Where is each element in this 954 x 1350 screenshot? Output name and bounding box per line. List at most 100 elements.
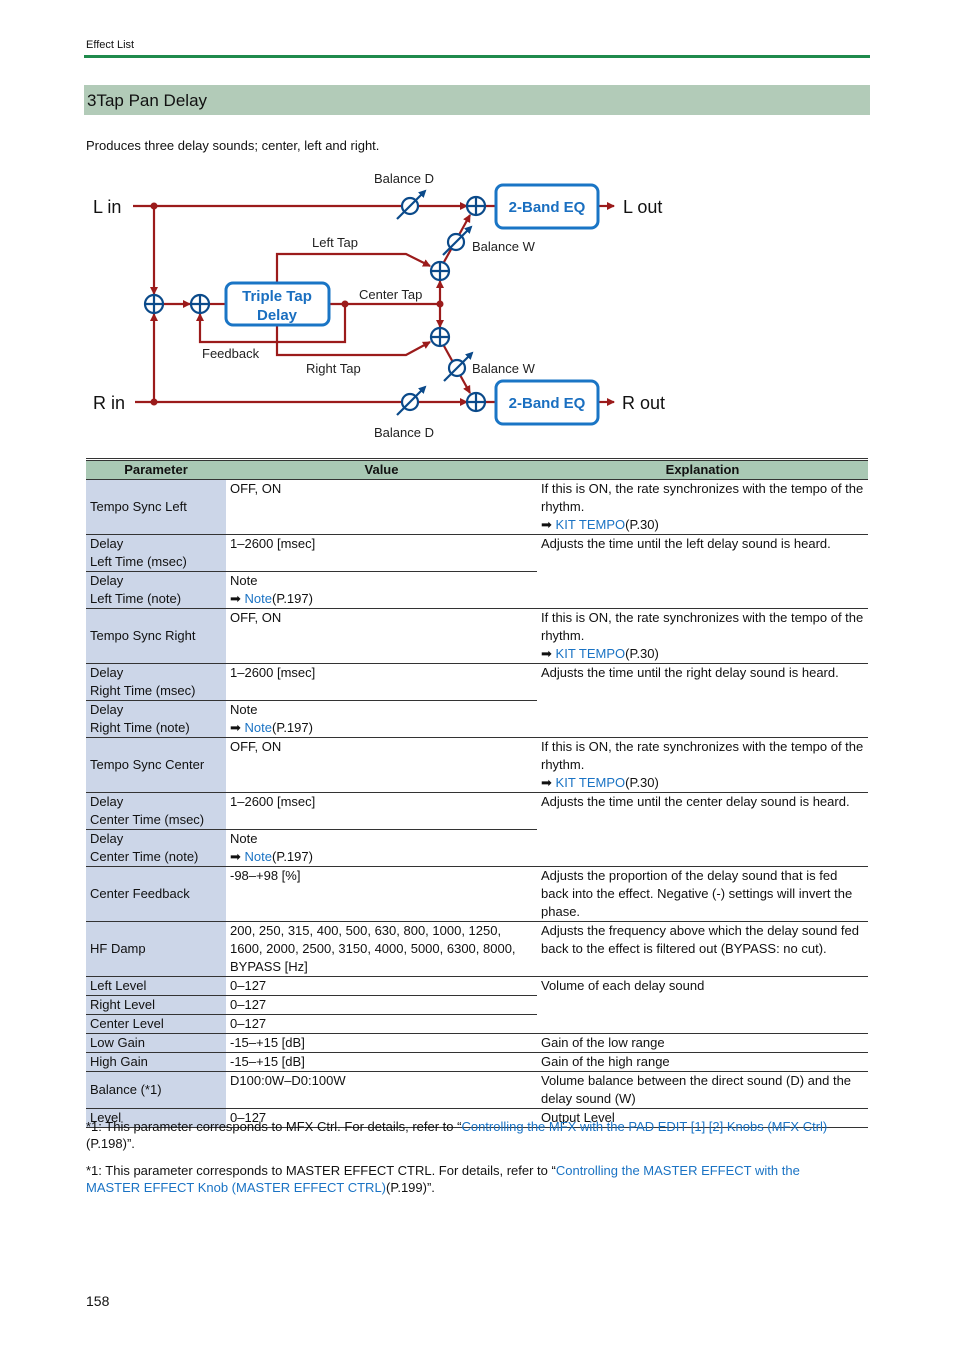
value-text: OFF, ON xyxy=(230,481,282,496)
value-text: 1–2600 [msec] xyxy=(230,536,316,551)
value-cell: 1–2600 [msec] xyxy=(226,534,537,572)
arrow-icon: ➡ xyxy=(541,517,552,532)
param-cell: Left Level xyxy=(86,976,226,996)
explanation-text: Volume balance between the direct sound … xyxy=(541,1073,852,1106)
param-name: High Gain xyxy=(90,1054,148,1069)
value-cell: -98–+98 [%] xyxy=(226,866,537,922)
table-header-row: Parameter Value Explanation xyxy=(86,458,868,480)
param-name-line2: Left Time (note) xyxy=(90,591,182,606)
value-cell: D100:0W–D0:100W xyxy=(226,1071,537,1109)
explanation-text: Adjusts the proportion of the delay soun… xyxy=(541,868,853,919)
value-cell: OFF, ON xyxy=(226,608,537,664)
param-cell: High Gain xyxy=(86,1052,226,1072)
signal-flow-diagram: Triple Tap Delay 2-Band EQ 2-Band EQ L i… xyxy=(93,171,665,440)
value-cell: 1–2600 [msec] xyxy=(226,663,537,701)
header-rule xyxy=(84,55,870,58)
explanation-cell: Adjusts the time until the left delay so… xyxy=(537,534,868,609)
table-row: Tempo Sync Left OFF, ON If this is ON, the… xyxy=(86,479,868,535)
note-link[interactable]: Note xyxy=(245,720,272,735)
explanation-cell: Volume balance between the direct sound … xyxy=(537,1071,868,1109)
kit-tempo-link[interactable]: KIT TEMPO xyxy=(556,517,626,532)
col-value: Value xyxy=(226,458,537,480)
value-cell: -15–+15 [dB] xyxy=(226,1033,537,1053)
page-number: 158 xyxy=(86,1293,110,1309)
value-text: -15–+15 [dB] xyxy=(230,1054,305,1069)
table-row: Tempo Sync Right OFF, ON If this is ON, th… xyxy=(86,608,868,664)
param-name-line1: Delay xyxy=(90,831,124,846)
knob-icon xyxy=(442,225,473,256)
table-row: Balance (*1) D100:0W–D0:100W Volume balanc… xyxy=(86,1071,868,1109)
param-cell: Balance (*1) xyxy=(86,1071,226,1109)
table-row: Delay Left Time (msec) 1–2600 [msec] Adjust… xyxy=(86,534,868,609)
footnote-ref: (P.198)”. xyxy=(86,1136,135,1151)
param-cell: Right Level xyxy=(86,995,226,1015)
param-name-line2: Center Time (note) xyxy=(90,849,199,864)
param-name: HF Damp xyxy=(90,941,146,956)
value-cell: 200, 250, 315, 400, 500, 630, 800, 1000,… xyxy=(226,921,537,977)
value-cell: 0–127 xyxy=(226,976,537,996)
explanation-text: Adjusts the time until the right delay s… xyxy=(541,665,839,680)
param-cell: Delay Center Time (note) xyxy=(86,829,226,867)
note-link[interactable]: Note xyxy=(245,591,272,606)
value-text: Note xyxy=(230,702,258,717)
note-link[interactable]: Note xyxy=(245,849,272,864)
arrow-icon: ➡ xyxy=(230,591,241,606)
l-in-label: L in xyxy=(93,197,121,217)
page: Effect List 3Tap Pan Delay Produces thre… xyxy=(0,0,954,1350)
value-text: Note xyxy=(230,831,258,846)
param-cell: Center Level xyxy=(86,1014,226,1034)
value-cell: 1–2600 [msec] xyxy=(226,792,537,830)
value-cell: OFF, ON xyxy=(226,737,537,793)
explanation-cell: Volume of each delay sound xyxy=(537,976,868,1034)
sum-icon xyxy=(143,293,165,315)
param-cell: Center Feedback xyxy=(86,866,226,922)
table-row: Center Feedback -98–+98 [%] Adjusts the pr… xyxy=(86,866,868,922)
kit-tempo-link[interactable]: KIT TEMPO xyxy=(556,646,626,661)
intro-text: Produces three delay sounds; center, lef… xyxy=(86,138,380,153)
param-name: Center Level xyxy=(90,1016,164,1031)
table-row: Tempo Sync Center OFF, ON If this is ON, t… xyxy=(86,737,868,793)
delay-label-1: Triple Tap xyxy=(242,288,312,305)
value-cell: Note ➡ Note(P.197) xyxy=(226,700,537,738)
param-name-line1: Delay xyxy=(90,794,124,809)
balance-d-bottom-label: Balance D xyxy=(374,425,434,440)
l-out-label: L out xyxy=(623,197,662,217)
page-ref: (P.30) xyxy=(625,775,659,790)
param-name-line2: Right Time (note) xyxy=(90,720,190,735)
value-cell: Note ➡ Note(P.197) xyxy=(226,829,537,867)
sum-icon xyxy=(465,391,487,413)
col-parameter: Parameter xyxy=(86,458,226,480)
param-cell: Delay Left Time (msec) xyxy=(86,534,226,572)
explanation-cell: If this is ON, the rate synchronizes wit… xyxy=(537,479,868,535)
kit-tempo-link[interactable]: KIT TEMPO xyxy=(556,775,626,790)
explanation-cell: Adjusts the time until the right delay s… xyxy=(537,663,868,738)
sum-icon xyxy=(429,260,451,282)
explanation-cell: Adjusts the time until the center delay … xyxy=(537,792,868,867)
eq-label-right: 2-Band EQ xyxy=(509,395,586,412)
running-header: Effect List xyxy=(86,39,135,51)
arrow-icon: ➡ xyxy=(230,849,241,864)
value-text: D100:0W–D0:100W xyxy=(230,1073,346,1088)
explanation-text: Gain of the low range xyxy=(541,1035,665,1050)
page-ref: (P.30) xyxy=(625,517,659,532)
explanation-text: If this is ON, the rate synchronizes wit… xyxy=(541,739,864,772)
value-text: Note xyxy=(230,573,258,588)
parameter-table: Parameter Value Explanation Tempo Sync L… xyxy=(86,458,868,1128)
feedback-label: Feedback xyxy=(202,346,260,361)
explanation-cell: Adjusts the proportion of the delay soun… xyxy=(537,866,868,922)
arrow-icon: ➡ xyxy=(541,646,552,661)
balance-d-top-label: Balance D xyxy=(374,171,434,186)
explanation-text: Adjusts the time until the left delay so… xyxy=(541,536,831,551)
knob-icon xyxy=(443,351,474,382)
explanation-text: If this is ON, the rate synchronizes wit… xyxy=(541,610,864,643)
footnote-link[interactable]: Controlling the MFX with the PAD EDIT [1… xyxy=(461,1119,827,1134)
explanation-cell: Adjusts the frequency above which the de… xyxy=(537,921,868,977)
value-text: OFF, ON xyxy=(230,739,282,754)
table-row: Delay Center Time (msec) 1–2600 [msec] Adju… xyxy=(86,792,868,867)
param-cell: Delay Right Time (note) xyxy=(86,700,226,738)
value-cell: OFF, ON xyxy=(226,479,537,535)
page-ref: (P.197) xyxy=(272,849,313,864)
param-name: Balance (*1) xyxy=(90,1082,162,1097)
param-name: Left Level xyxy=(90,978,147,993)
value-text: 0–127 xyxy=(230,978,267,993)
